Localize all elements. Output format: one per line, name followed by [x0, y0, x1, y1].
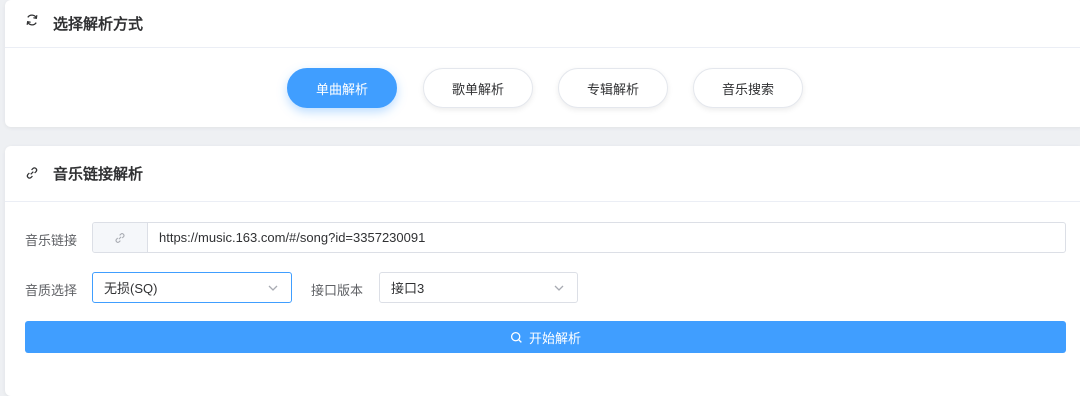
- link-parse-card: 音乐链接解析: [5, 146, 1080, 396]
- chevron-down-icon: [268, 285, 278, 291]
- parse-mode-card: 选择解析方式 单曲解析 歌单解析 专辑解析 音乐搜索: [5, 0, 1080, 127]
- link-icon: [115, 232, 125, 243]
- link-parse-header: 音乐链接解析: [5, 146, 1080, 202]
- search-icon: [510, 331, 522, 343]
- parse-mode-header: 选择解析方式: [5, 0, 1080, 48]
- api-version-select-value: 接口3: [391, 281, 425, 296]
- api-version-label: 接口版本: [311, 284, 364, 299]
- link-prefix: [93, 223, 148, 252]
- link-parse-title: 音乐链接解析: [53, 165, 144, 183]
- start-parse-label: 开始解析: [528, 331, 581, 347]
- mode-search-button[interactable]: 音乐搜索: [693, 68, 803, 108]
- music-link-input[interactable]: [148, 223, 1065, 252]
- music-link-field: [92, 222, 1066, 253]
- api-version-select[interactable]: 接口3: [379, 272, 578, 303]
- refresh-icon: [26, 14, 38, 26]
- mode-album-button[interactable]: 专辑解析: [558, 68, 668, 108]
- mode-single-song-button[interactable]: 单曲解析: [287, 68, 397, 108]
- quality-select[interactable]: 无损(SQ): [92, 272, 292, 303]
- music-link-label: 音乐链接: [25, 234, 78, 249]
- chevron-down-icon: [554, 285, 564, 291]
- mode-playlist-button[interactable]: 歌单解析: [423, 68, 533, 108]
- link-icon: [26, 167, 38, 179]
- parse-mode-title: 选择解析方式: [53, 15, 144, 33]
- quality-label: 音质选择: [25, 284, 78, 299]
- quality-select-value: 无损(SQ): [104, 281, 158, 296]
- start-parse-button[interactable]: 开始解析: [25, 321, 1066, 353]
